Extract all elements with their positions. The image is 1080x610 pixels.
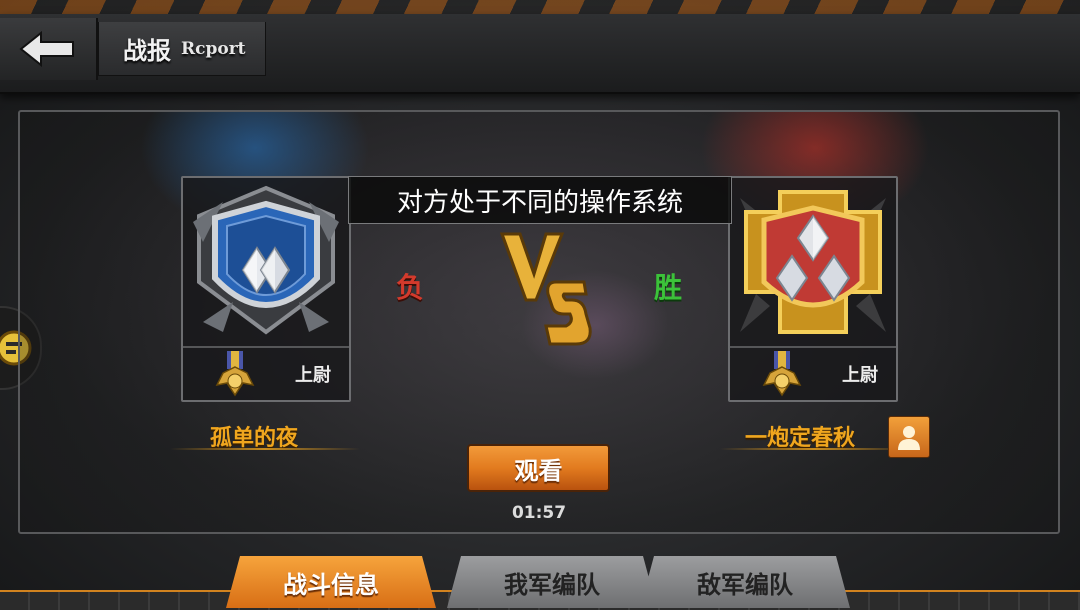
battle-timer: 01:57 — [511, 503, 567, 523]
vs-emblem-icon — [499, 232, 592, 346]
page-subtitle: Rcport — [181, 38, 246, 59]
tab-battle-info[interactable]: 战斗信息 — [226, 556, 436, 608]
os-notice-banner: 对方处于不同的操作系统 — [348, 176, 732, 224]
red-rank-badge-icon — [740, 190, 886, 334]
title-plate: 战报 Rcport — [98, 22, 266, 76]
back-button[interactable] — [0, 18, 98, 80]
right-result-label: 胜 — [654, 271, 683, 304]
blue-rank-badge-icon — [193, 185, 339, 335]
user-icon — [898, 426, 920, 450]
medal-icon — [762, 351, 802, 397]
right-player-card[interactable]: 上尉 — [728, 176, 898, 402]
left-name-underline — [170, 448, 360, 450]
right-rank-row: 上尉 — [730, 346, 896, 400]
tab-enemy-formation[interactable]: 敌军编队 — [640, 556, 850, 608]
back-arrow-icon — [19, 30, 74, 68]
left-player-card[interactable]: 上尉 — [181, 176, 351, 402]
page-title: 战报 — [123, 37, 171, 65]
medal-icon — [215, 351, 255, 397]
watch-button[interactable]: 观看 — [467, 444, 610, 492]
tab-our-formation[interactable]: 我军编队 — [447, 556, 657, 608]
left-rank-label: 上尉 — [295, 365, 331, 386]
right-rank-label: 上尉 — [842, 365, 878, 386]
left-rank-row: 上尉 — [183, 346, 349, 400]
right-name-underline — [720, 448, 910, 450]
profile-button[interactable] — [888, 416, 930, 458]
left-result-label: 负 — [396, 271, 425, 304]
